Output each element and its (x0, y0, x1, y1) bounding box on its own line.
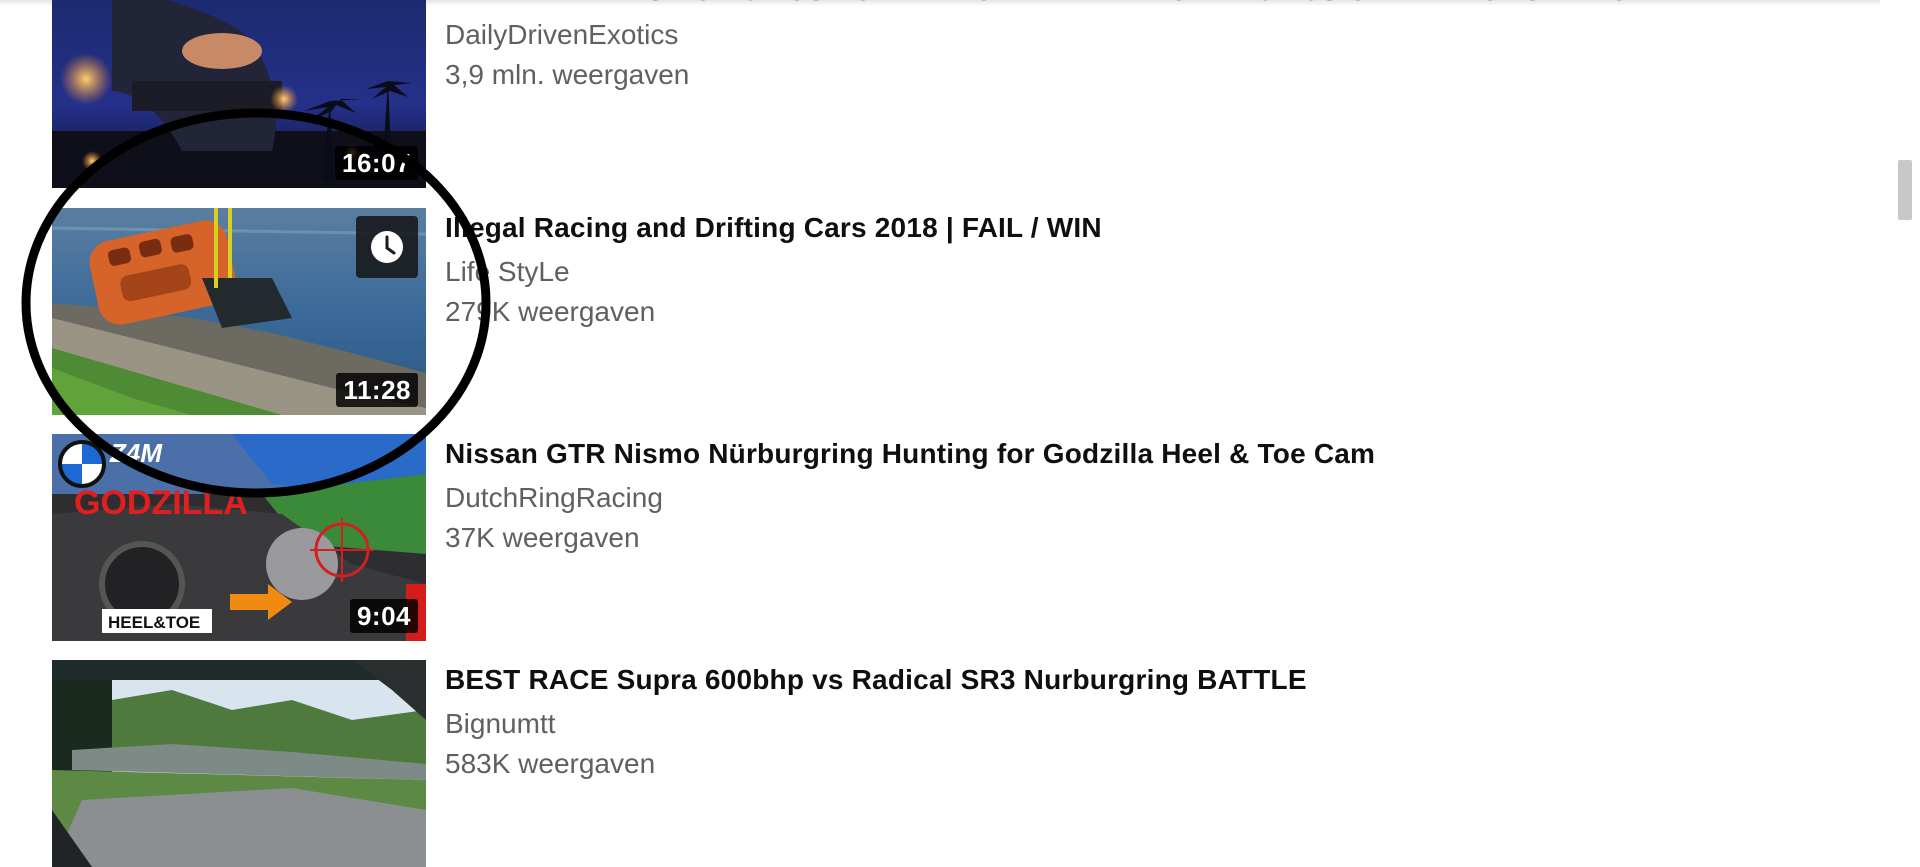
view-count: 37K weergaven (445, 522, 640, 553)
thumbnail-image (52, 660, 426, 867)
video-thumbnail[interactable]: 16:07 (52, 0, 426, 188)
clock-icon (371, 231, 403, 263)
view-count: 583K weergaven (445, 748, 656, 779)
video-title[interactable]: Illegal Racing and Drifting Cars 2018 | … (445, 208, 1845, 248)
thumbnail-badge-text: HEEL&TOE (108, 613, 200, 632)
channel-name[interactable]: Bignumtt (445, 704, 1845, 744)
thumbnail-headline-text: GODZILLA (74, 484, 248, 522)
video-title[interactable]: BEVERLY HILLS POLICE USE UNLAWFUL INTIMI… (445, 0, 1845, 11)
video-thumbnail[interactable]: 11:28 (52, 208, 426, 415)
video-meta: Nissan GTR Nismo Nürburgring Hunting for… (445, 434, 1845, 558)
video-meta: BEVERLY HILLS POLICE USE UNLAWFUL INTIMI… (445, 0, 1845, 95)
video-duration: 11:28 (336, 373, 418, 407)
scrollbar[interactable] (1880, 0, 1920, 789)
video-meta: Illegal Racing and Drifting Cars 2018 | … (445, 208, 1845, 332)
channel-name[interactable]: DutchRingRacing (445, 478, 1845, 518)
channel-name[interactable]: DailyDrivenExotics (445, 15, 1845, 55)
view-count: 3,9 mln. weergaven (445, 59, 690, 90)
view-count: 279K weergaven (445, 296, 656, 327)
video-duration: 9:04 (349, 599, 418, 633)
video-thumbnail[interactable]: Z4M GODZILLA HEEL&TOE 9:04 (52, 434, 426, 641)
video-item[interactable]: BEST RACE Supra 600bhp vs Radical SR3 Nu… (52, 660, 1852, 867)
video-thumbnail[interactable] (52, 660, 426, 867)
channel-name[interactable]: Life StyLe (445, 252, 1845, 292)
video-list: 16:07 BEVERLY HILLS POLICE USE UNLAWFUL … (0, 0, 1880, 867)
video-title[interactable]: Nissan GTR Nismo Nürburgring Hunting for… (445, 434, 1845, 474)
video-duration: 16:07 (335, 146, 418, 180)
video-item[interactable]: Z4M GODZILLA HEEL&TOE 9:04 Nissan GTR Ni… (52, 434, 1852, 641)
watch-later-button[interactable] (356, 216, 418, 278)
video-item[interactable]: 11:28 Illegal Racing and Drifting Cars 2… (52, 208, 1852, 415)
video-meta: BEST RACE Supra 600bhp vs Radical SR3 Nu… (445, 660, 1845, 784)
video-title[interactable]: BEST RACE Supra 600bhp vs Radical SR3 Nu… (445, 660, 1845, 700)
video-item[interactable]: 16:07 BEVERLY HILLS POLICE USE UNLAWFUL … (52, 0, 1852, 188)
scrollbar-thumb[interactable] (1898, 160, 1912, 220)
thumbnail-brand-text: Z4M (109, 438, 163, 468)
